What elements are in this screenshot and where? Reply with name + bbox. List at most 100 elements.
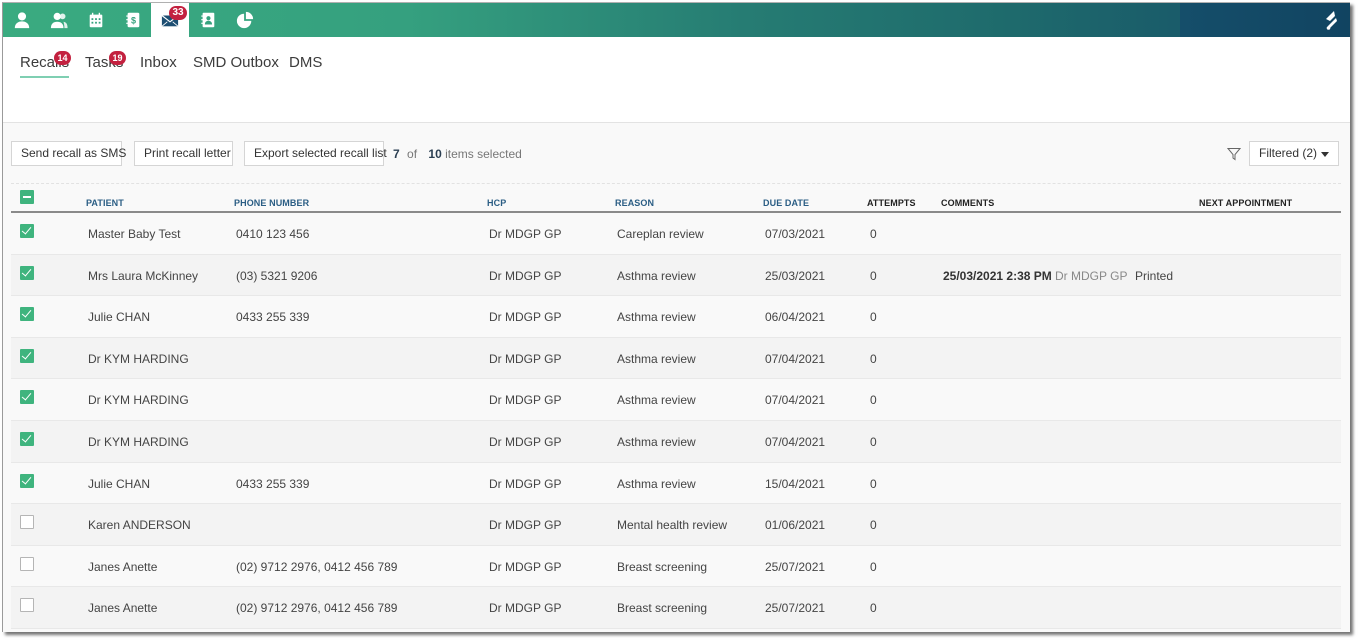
due-date: 25/03/2021 <box>765 268 826 283</box>
recalls-badge: 14 <box>54 51 71 65</box>
filter-icon[interactable] <box>1227 147 1241 161</box>
reason: Mental health review <box>617 518 728 533</box>
patient-name[interactable]: Janes Anette <box>88 560 157 574</box>
row-checkbox[interactable] <box>20 348 34 363</box>
patient-name[interactable]: Master Baby Test <box>88 227 180 241</box>
recall-toolbar: Send recall as SMS Print recall letter E… <box>11 141 1341 167</box>
table-row[interactable]: Julie CHAN 0433 255 339 Dr MDGP GP Asthm… <box>11 296 1341 338</box>
column-header-reason[interactable]: REASON <box>615 198 654 208</box>
row-checkbox[interactable] <box>20 224 34 238</box>
table-row[interactable]: Julie CHAN 0433 255 339 Dr MDGP GP Asthm… <box>11 462 1341 505</box>
patient-name[interactable]: Dr KYM HARDING <box>88 435 189 449</box>
row-checkbox[interactable] <box>20 515 34 530</box>
patient-name[interactable]: Janes Anette <box>88 601 157 615</box>
app-window: $ 33 Recalls 14 Tasks 19 Inbox SMD Outbo… <box>2 2 1350 632</box>
brand-logo-icon[interactable] <box>1320 9 1342 31</box>
hcp: Dr MDGP GP <box>489 227 562 241</box>
reason: Breast screening <box>617 559 708 574</box>
tab-recalls[interactable]: Recalls 14 <box>20 51 71 78</box>
reason: Careplan review <box>617 227 704 241</box>
column-header-phone[interactable]: PHONE NUMBER <box>234 198 309 208</box>
patient-name[interactable]: Karen ANDERSON <box>88 518 191 532</box>
nav-messages[interactable]: 33 <box>151 3 189 37</box>
table-row[interactable]: Master Baby Test 0410 123 456 Dr MDGP GP… <box>11 213 1341 255</box>
due-date: 07/04/2021 <box>765 393 826 408</box>
hcp: Dr MDGP GP <box>489 476 562 491</box>
hcp: Dr MDGP GP <box>489 518 562 533</box>
contacts-icon <box>200 12 214 28</box>
tab-inbox[interactable]: Inbox <box>140 54 177 78</box>
column-header-hcp[interactable]: HCP <box>487 198 506 208</box>
due-date: 07/03/2021 <box>765 227 826 241</box>
hcp: Dr MDGP GP <box>489 393 562 408</box>
row-checkbox[interactable] <box>20 598 34 613</box>
patient-name[interactable]: Dr KYM HARDING <box>88 352 189 366</box>
table-header: PATIENT PHONE NUMBER HCP REASON DUE DATE… <box>11 186 1341 213</box>
row-checkbox[interactable] <box>20 265 34 280</box>
tab-dms[interactable]: DMS <box>289 54 322 78</box>
attempts: 0 <box>870 559 877 574</box>
row-checkbox[interactable] <box>20 390 34 405</box>
print-recall-letter-button[interactable]: Print recall letter <box>134 141 233 166</box>
nav-calendar[interactable] <box>77 3 114 37</box>
select-all-checkbox[interactable] <box>20 190 34 204</box>
svg-text:$: $ <box>130 16 135 26</box>
tab-smd-outbox[interactable]: SMD Outbox <box>193 54 279 78</box>
hcp: Dr MDGP GP <box>489 310 562 325</box>
table-row[interactable]: Mrs Laura McKinney (03) 5321 9206 Dr MDG… <box>11 254 1341 297</box>
table-row[interactable]: Janes Anette (02) 9712 2976, 0412 456 78… <box>11 545 1341 588</box>
due-date: 07/04/2021 <box>765 434 826 449</box>
attempts: 0 <box>870 227 877 241</box>
attempts: 0 <box>870 518 877 533</box>
export-recall-list-button[interactable]: Export selected recall list <box>244 141 387 166</box>
tab-tasks[interactable]: Tasks 19 <box>85 51 126 78</box>
due-date: 25/07/2021 <box>765 559 826 574</box>
phone-number: (03) 5321 9206 <box>236 268 318 283</box>
table-row[interactable]: Janes Anette (02) 9712 2976, 0412 456 78… <box>11 587 1341 629</box>
filter-dropdown-label: Filtered (2) <box>1259 146 1318 160</box>
comment-status: Printed <box>1135 268 1174 283</box>
row-checkbox[interactable] <box>20 473 34 488</box>
tab-label: Inbox <box>140 54 177 71</box>
patient-name[interactable]: Julie CHAN <box>88 310 150 324</box>
nav-reports[interactable] <box>226 3 263 37</box>
attempts: 0 <box>870 268 877 283</box>
column-header-patient[interactable]: PATIENT <box>86 198 124 208</box>
nav-contacts[interactable] <box>189 3 226 37</box>
top-nav-bar: $ 33 <box>3 3 1350 37</box>
attempts: 0 <box>870 351 877 366</box>
divider <box>11 183 1341 184</box>
attempts: 0 <box>870 434 877 449</box>
table-row[interactable]: Dr KYM HARDING Dr MDGP GP Asthma review … <box>11 379 1341 421</box>
table-row[interactable]: Dr KYM HARDING Dr MDGP GP Asthma review … <box>11 337 1341 380</box>
column-header-attempts: ATTEMPTS <box>867 198 916 208</box>
due-date: 01/06/2021 <box>765 518 826 533</box>
table-row[interactable]: Karen ANDERSON Dr MDGP GP Mental health … <box>11 504 1341 546</box>
row-checkbox[interactable] <box>20 556 34 571</box>
patient-name[interactable]: Mrs Laura McKinney <box>88 269 198 283</box>
user-icon <box>14 12 29 29</box>
row-checkbox[interactable] <box>20 431 34 446</box>
of-label: of <box>407 147 418 161</box>
row-checkbox[interactable] <box>20 307 34 322</box>
tasks-badge: 19 <box>109 51 126 65</box>
column-header-due-date[interactable]: DUE DATE <box>763 198 809 208</box>
patient-name[interactable]: Dr KYM HARDING <box>88 393 189 407</box>
patient-name[interactable]: Julie CHAN <box>88 477 150 491</box>
reason: Asthma review <box>617 393 696 408</box>
nav-patient[interactable] <box>3 3 40 37</box>
nav-billing[interactable]: $ <box>114 3 151 37</box>
send-recall-sms-button[interactable]: Send recall as SMS <box>11 141 126 166</box>
reason: Asthma review <box>617 434 696 449</box>
table-row[interactable]: Dr KYM HARDING Dr MDGP GP Asthma review … <box>11 420 1341 463</box>
nav-patients[interactable] <box>40 3 77 37</box>
attempts: 0 <box>870 310 877 325</box>
phone-number: 0433 255 339 <box>236 476 310 491</box>
reason: Asthma review <box>617 268 696 283</box>
filter-dropdown[interactable]: Filtered (2) <box>1249 141 1339 166</box>
phone-number: 0433 255 339 <box>236 310 310 325</box>
column-header-next-appointment: NEXT APPOINTMENT <box>1199 198 1293 208</box>
hcp: Dr MDGP GP <box>489 268 562 283</box>
billing-icon: $ <box>125 12 139 28</box>
due-date: 15/04/2021 <box>765 476 826 491</box>
